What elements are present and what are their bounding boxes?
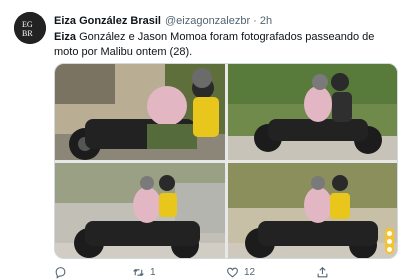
share-icon (317, 266, 328, 277)
tweet-text-bold: Eiza (54, 31, 77, 43)
retweet-icon (133, 268, 144, 276)
photo-motorcycle-1-icon (55, 64, 225, 160)
retweet-button[interactable]: 1 (132, 264, 156, 280)
svg-text:EG: EG (22, 20, 33, 29)
reply-button[interactable] (54, 264, 72, 280)
badge-dot (387, 231, 392, 236)
user-handle[interactable]: @eizagonzalezbr (165, 15, 250, 27)
tweet[interactable]: EG BR Eiza González Brasil @eizagonzalez… (0, 0, 420, 280)
media-grid (54, 63, 398, 259)
photo-2[interactable] (228, 64, 397, 160)
photo-1[interactable] (55, 64, 225, 160)
like-count: 12 (244, 266, 256, 278)
badge-dot (387, 247, 392, 252)
retweet-count: 1 (150, 266, 156, 278)
photo-badge (385, 228, 394, 254)
separator: · (253, 15, 257, 27)
share-button[interactable] (316, 264, 334, 280)
photo-4[interactable] (228, 163, 397, 258)
display-name[interactable]: Eiza González Brasil (54, 15, 161, 27)
photo-motorcycle-4-icon (228, 163, 397, 258)
tweet-text-rest: González e Jason Momoa foram fotografado… (54, 31, 375, 58)
photo-motorcycle-2-icon (228, 64, 397, 160)
avatar[interactable]: EG BR (14, 12, 46, 44)
avatar-logo: EG BR (14, 12, 46, 44)
timestamp[interactable]: 2h (260, 15, 272, 27)
tweet-header: Eiza González Brasil @eizagonzalezbr · 2… (54, 13, 404, 29)
tweet-text: Eiza González e Jason Momoa foram fotogr… (54, 30, 394, 60)
photo-3[interactable] (55, 163, 225, 258)
tweet-actions: 1 12 (54, 264, 404, 280)
heart-icon (227, 267, 238, 278)
photo-motorcycle-3-icon (55, 163, 225, 258)
like-button[interactable]: 12 (226, 264, 255, 280)
reply-icon (55, 266, 66, 279)
badge-dot (387, 239, 392, 244)
svg-text:BR: BR (22, 29, 33, 38)
